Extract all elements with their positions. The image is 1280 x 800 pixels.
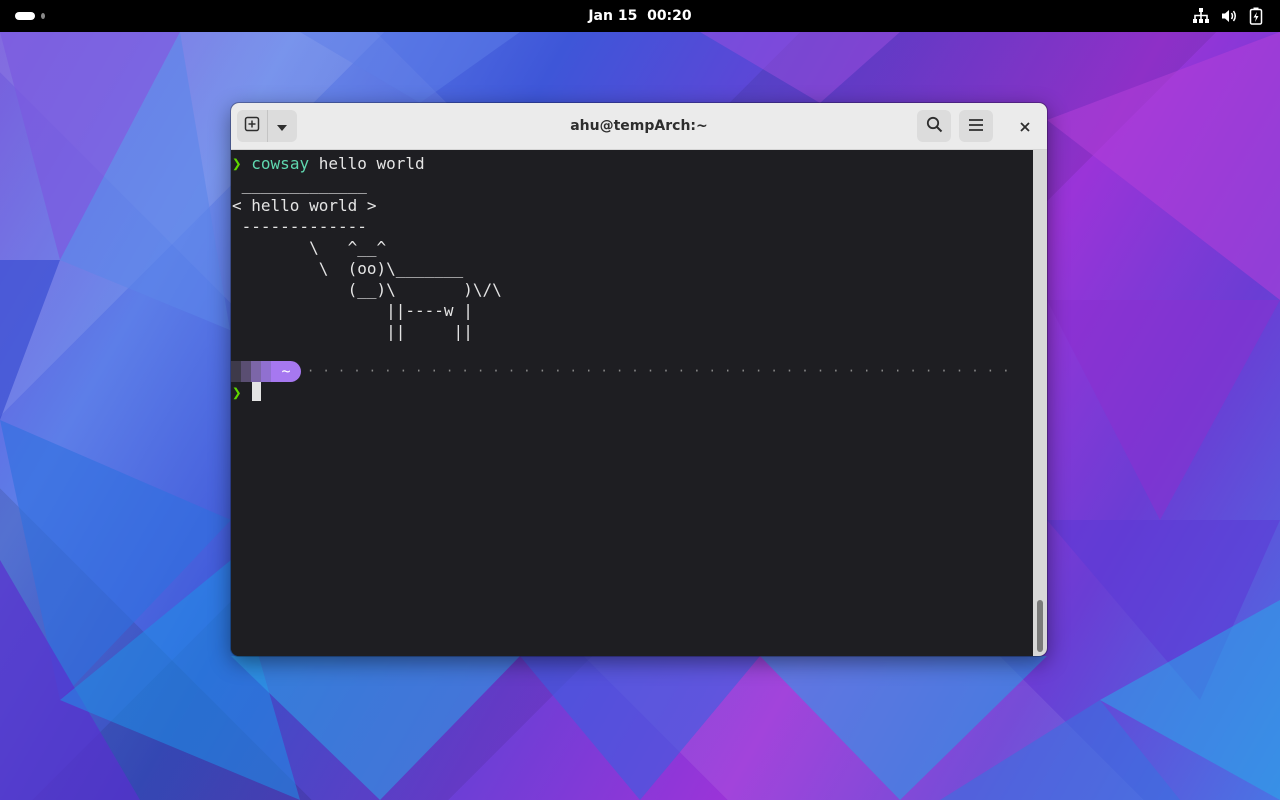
text-cursor [252,382,261,401]
command-name: cowsay [251,154,310,173]
prompt-glyph: ❯ [232,383,242,402]
new-tab-button[interactable] [237,110,267,142]
terminal-window[interactable]: ahu@tempArch:~ ❯ cowsay hello world ____… [231,103,1047,656]
chevron-down-icon [276,117,288,136]
main-menu-button[interactable] [959,110,993,142]
search-icon [926,116,943,137]
system-tray[interactable] [1192,7,1264,25]
volume-icon [1220,7,1238,25]
headerbar: ahu@tempArch:~ [231,103,1047,150]
prompt-directory-segment: ~ [271,361,301,382]
prompt-glyph: ❯ [232,154,242,173]
active-prompt-line: ❯ [232,382,242,403]
output-line: < hello world > [232,196,377,215]
close-button[interactable] [1013,114,1037,138]
command-args: hello world [309,154,425,173]
scrollbar[interactable] [1033,150,1047,656]
terminal-output[interactable]: ❯ cowsay hello world _____________ < hel… [231,150,1033,656]
output-line: ------------- [232,217,367,236]
top-bar: Jan 15 00:20 [0,0,1280,32]
output-line: _____________ [232,175,367,194]
new-tab-menu-button[interactable] [268,110,298,142]
output-line: (__)\ )\/\ [232,280,502,299]
prompt-filler-dots: · · · · · · · · · · · · · · · · · · · · … [307,364,1019,378]
output-line: \ ^__^ [232,238,387,257]
output-line: \ (oo)\_______ [232,259,464,278]
output-line: || || [232,322,473,341]
prompt-os-segment [231,361,271,382]
hamburger-menu-icon [968,117,984,136]
clock[interactable]: Jan 15 00:20 [0,0,1280,32]
command-line: ❯ cowsay hello world [232,153,425,174]
scrollbar-thumb[interactable] [1037,600,1043,652]
close-icon [1020,117,1030,136]
output-line: ||----w | [232,301,473,320]
new-tab-split-button[interactable] [237,110,297,142]
network-icon [1192,7,1210,25]
battery-icon [1248,7,1264,25]
search-button[interactable] [917,110,951,142]
new-tab-icon [244,116,260,136]
